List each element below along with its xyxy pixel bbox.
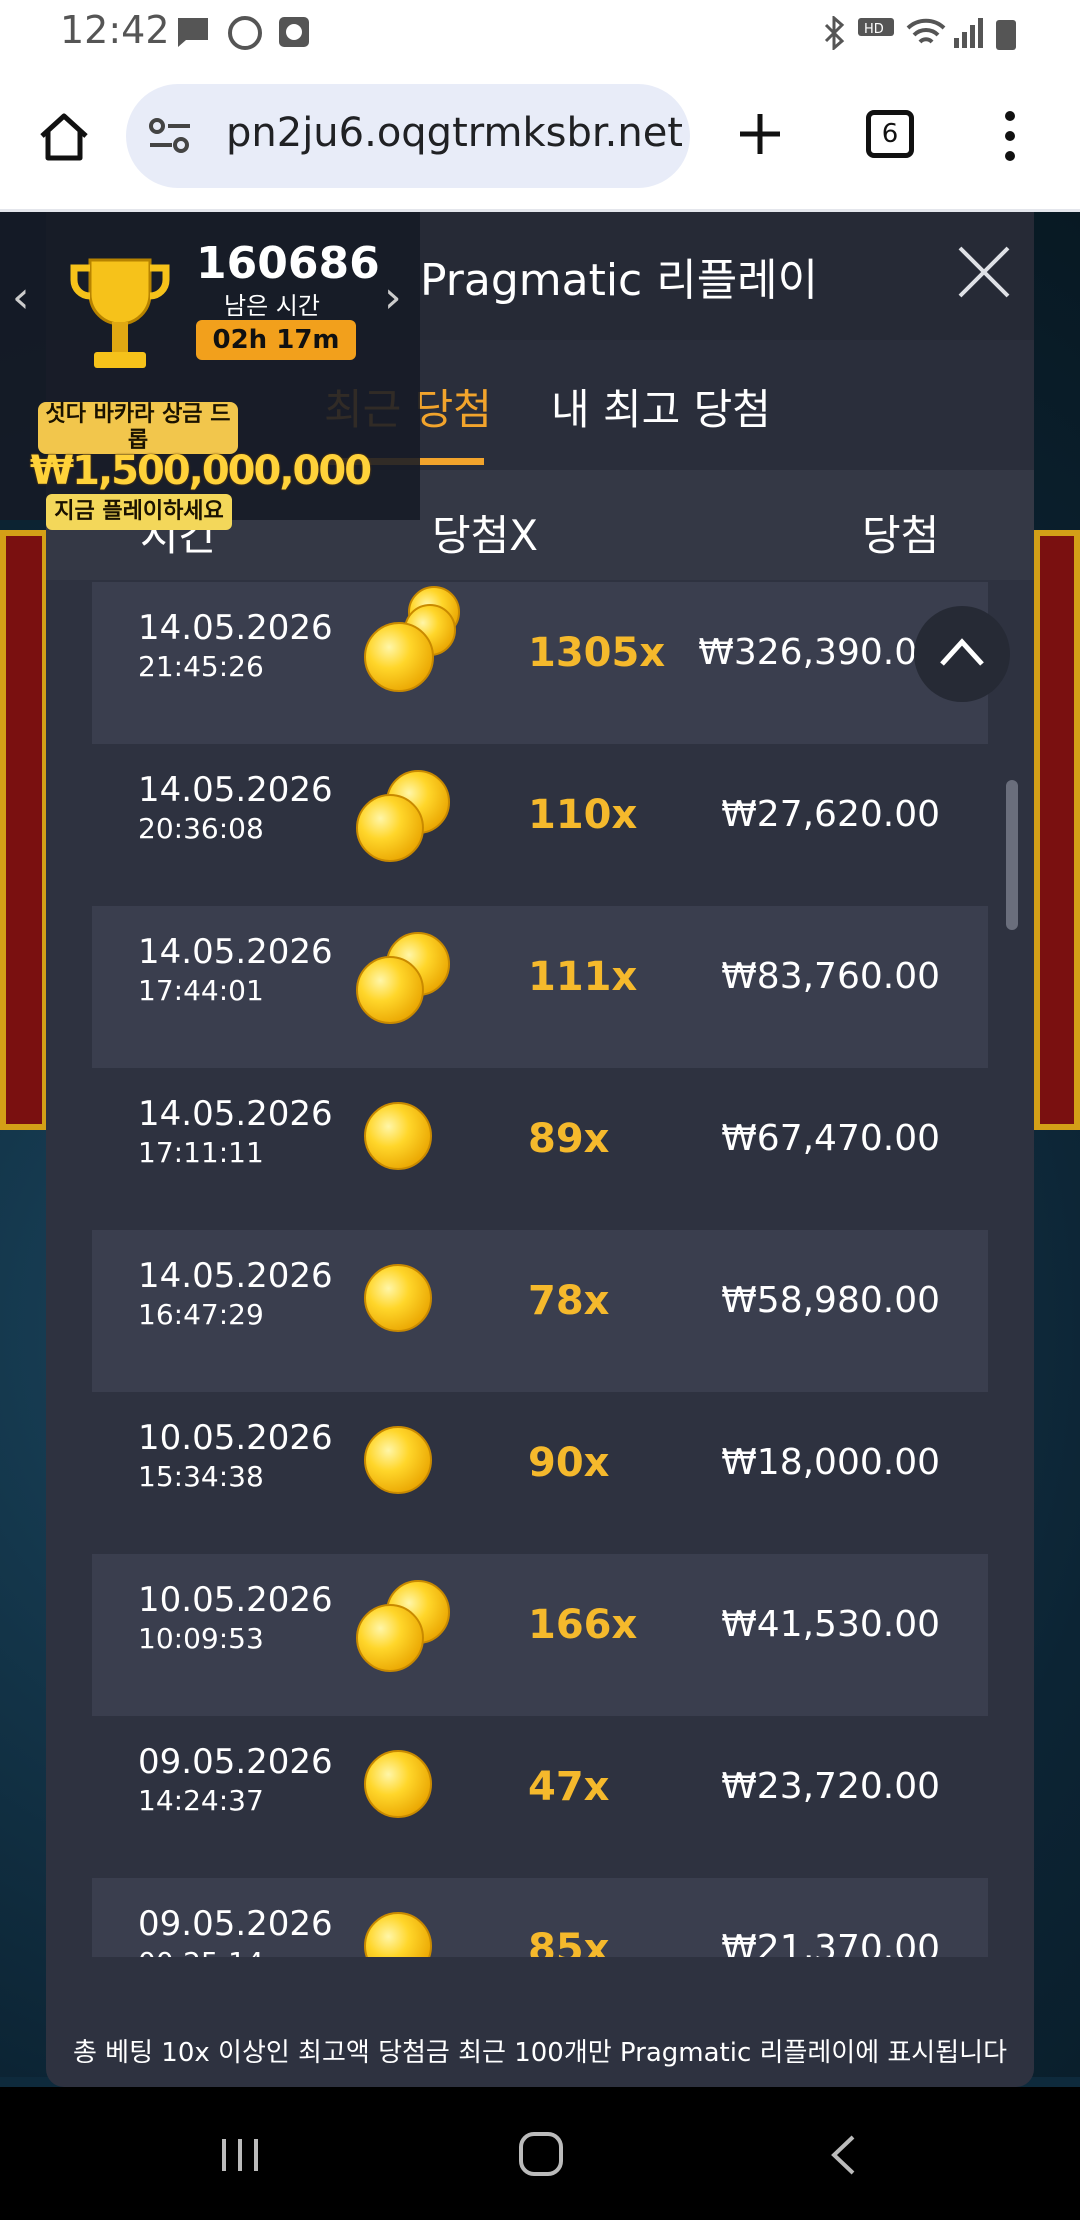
row-time: 16:47:29 xyxy=(138,1298,264,1331)
row-win-amount: ₩326,390.00 xyxy=(698,632,940,673)
signal-icon xyxy=(954,18,983,48)
column-header-win: 당첨 xyxy=(862,511,940,560)
close-icon[interactable] xyxy=(954,242,1014,302)
table-row: 10.05.2026 15:34:38 90x ₩18,000.00 xyxy=(92,1392,988,1554)
row-multiplier: 89x xyxy=(528,1116,610,1162)
coin-icon xyxy=(364,1912,432,1957)
more-menu-icon[interactable] xyxy=(1000,110,1020,162)
site-settings-icon[interactable] xyxy=(148,116,192,156)
row-multiplier: 78x xyxy=(528,1278,610,1324)
row-date: 14.05.2026 xyxy=(138,608,333,648)
table-row: 14.05.2026 20:36:08 110x ₩27,620.00 xyxy=(92,744,988,906)
new-tab-icon[interactable] xyxy=(736,110,784,158)
row-win-amount: ₩58,980.00 xyxy=(721,1280,940,1321)
coin-icon xyxy=(356,956,424,1024)
table-row: 14.05.2026 16:47:29 78x ₩58,980.00 xyxy=(92,1230,988,1392)
coin-icon xyxy=(356,1604,424,1672)
row-date: 09.05.2026 xyxy=(138,1904,333,1944)
row-win-amount: ₩21,370.00 xyxy=(721,1928,940,1957)
trophy-icon xyxy=(70,258,170,368)
home-button-icon[interactable] xyxy=(518,2131,564,2177)
prize-drop-promo[interactable]: ‹ 160686 남은 시간 02h 17m › 섯다 바카라 상금 드롭 ₩1… xyxy=(0,212,420,530)
row-win-amount: ₩27,620.00 xyxy=(721,794,940,835)
promo-game-name: 섯다 바카라 상금 드롭 xyxy=(38,402,238,454)
address-bar[interactable]: pn2ju6.oqgtrmksbr.net xyxy=(126,84,690,188)
promo-player-count: 160686 xyxy=(196,238,380,289)
promo-prize-amount: ₩1,500,000,000 xyxy=(30,448,372,494)
row-multiplier: 90x xyxy=(528,1440,610,1486)
row-date: 14.05.2026 xyxy=(138,1256,333,1296)
row-date: 09.05.2026 xyxy=(138,1742,333,1782)
table-row: 14.05.2026 17:44:01 111x ₩83,760.00 xyxy=(92,906,988,1068)
chevron-up-icon xyxy=(940,638,984,666)
promo-next-icon[interactable]: › xyxy=(384,272,402,323)
row-win-amount: ₩41,530.00 xyxy=(721,1604,940,1645)
coin-icon xyxy=(364,1426,432,1494)
row-time: 15:34:38 xyxy=(138,1460,264,1493)
app-icon xyxy=(228,16,262,50)
promo-play-now-button[interactable]: 지금 플레이하세요 xyxy=(46,494,232,530)
promo-timer: 02h 17m xyxy=(196,320,356,360)
bluetooth-icon xyxy=(824,16,845,50)
modal-title: Pragmatic 리플레이 xyxy=(420,255,819,306)
row-date: 10.05.2026 xyxy=(138,1580,333,1620)
row-win-amount: ₩67,470.00 xyxy=(721,1118,940,1159)
table-row: 14.05.2026 17:11:11 89x ₩67,470.00 xyxy=(92,1068,988,1230)
status-time: 12:42 xyxy=(60,8,170,52)
scrollbar-thumb[interactable] xyxy=(1006,780,1018,930)
svg-text:HD: HD xyxy=(864,22,884,37)
coin-icon xyxy=(364,1264,432,1332)
row-time: 10:09:53 xyxy=(138,1622,264,1655)
row-multiplier: 47x xyxy=(528,1764,610,1810)
game-reel-frame-left xyxy=(0,530,48,1130)
row-time: 21:45:26 xyxy=(138,650,264,683)
row-date: 14.05.2026 xyxy=(138,770,333,810)
row-multiplier: 85x xyxy=(528,1926,610,1957)
coin-icon xyxy=(364,1750,432,1818)
system-nav-bar xyxy=(0,2087,1080,2220)
promo-remaining-label: 남은 시간 xyxy=(224,292,320,320)
row-time: 20:36:08 xyxy=(138,812,264,845)
footer-note: 총 베팅 10x 이상인 최고액 당첨금 최근 100개만 Pragmatic … xyxy=(73,2038,1007,2068)
scroll-to-top-button[interactable] xyxy=(914,606,1010,702)
table-row: 09.05.2026 00:25:14 85x ₩21,370.00 xyxy=(92,1878,988,1957)
game-reel-frame-right xyxy=(1034,530,1080,1130)
hd-voice-icon: HD xyxy=(858,18,894,37)
row-win-amount: ₩18,000.00 xyxy=(721,1442,940,1483)
row-multiplier: 111x xyxy=(528,954,638,1000)
browser-toolbar: pn2ju6.oqgtrmksbr.net 6 xyxy=(0,66,1080,212)
column-header-multiplier: 당첨X xyxy=(432,511,539,560)
row-date: 14.05.2026 xyxy=(138,1094,333,1134)
wins-list[interactable]: 14.05.2026 21:45:26 1305x ₩326,390.00 14.05.… xyxy=(92,582,988,1957)
back-icon[interactable] xyxy=(828,2133,858,2177)
table-row: 14.05.2026 21:45:26 1305x ₩326,390.00 xyxy=(92,582,988,744)
table-row: 10.05.2026 10:09:53 166x ₩41,530.00 xyxy=(92,1554,988,1716)
url-text: pn2ju6.oqgtrmksbr.net xyxy=(226,110,683,156)
wifi-icon xyxy=(906,18,946,44)
row-time: 17:44:01 xyxy=(138,974,264,1007)
table-row: 09.05.2026 14:24:37 47x ₩23,720.00 xyxy=(92,1716,988,1878)
row-date: 10.05.2026 xyxy=(138,1418,333,1458)
row-time: 00:25:14 xyxy=(138,1946,264,1957)
row-date: 14.05.2026 xyxy=(138,932,333,972)
coin-icon xyxy=(356,794,424,862)
message-icon xyxy=(178,18,208,47)
battery-icon xyxy=(996,20,1016,50)
row-time: 17:11:11 xyxy=(138,1136,264,1169)
recent-apps-icon[interactable] xyxy=(218,2135,262,2175)
row-time: 14:24:37 xyxy=(138,1784,264,1817)
row-win-amount: ₩83,760.00 xyxy=(721,956,940,997)
row-multiplier: 1305x xyxy=(528,630,666,676)
tab-switcher-button[interactable]: 6 xyxy=(866,110,914,158)
coin-icon xyxy=(364,622,434,692)
status-bar: 12:42 HD xyxy=(0,0,1080,66)
row-multiplier: 166x xyxy=(528,1602,638,1648)
promo-prev-icon[interactable]: ‹ xyxy=(12,272,30,323)
home-icon[interactable] xyxy=(38,112,90,162)
clock-icon xyxy=(279,17,309,47)
tab-my-best-wins[interactable]: 내 최고 당첨 xyxy=(551,376,771,437)
coin-icon xyxy=(364,1102,432,1170)
row-win-amount: ₩23,720.00 xyxy=(721,1766,940,1807)
row-multiplier: 110x xyxy=(528,792,638,838)
